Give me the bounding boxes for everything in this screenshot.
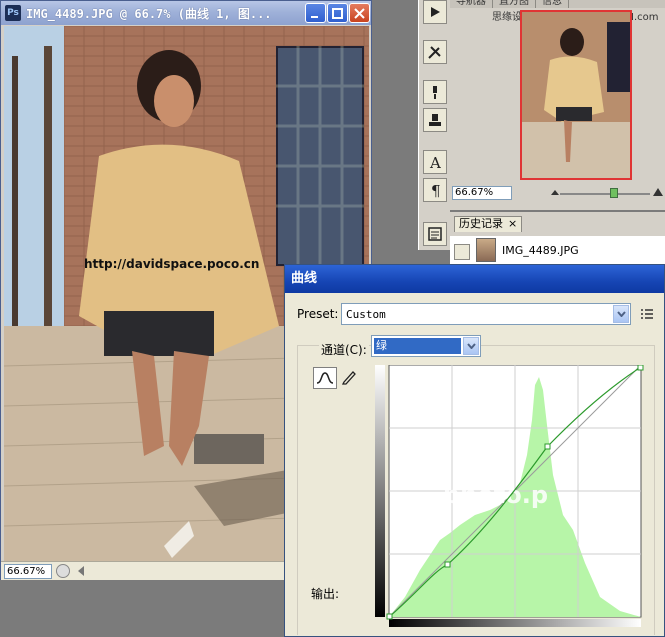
- maximize-button[interactable]: [327, 3, 348, 23]
- channel-label: 通道(C):: [319, 341, 369, 358]
- preset-select[interactable]: Custom: [341, 303, 631, 325]
- svg-text:¶: ¶: [431, 182, 441, 198]
- photo-watermark: http://davidspace.poco.cn: [84, 257, 259, 271]
- preset-dropdown-button[interactable]: [613, 305, 629, 323]
- tab-history[interactable]: 历史记录 ×: [454, 216, 523, 232]
- navigator-zoom-thumb[interactable]: [610, 188, 618, 198]
- brush-icon: [433, 86, 437, 99]
- type-icon: A: [429, 154, 441, 170]
- svg-text:A: A: [429, 154, 441, 170]
- navigator-zoom-slider[interactable]: [560, 193, 650, 195]
- document-icon: [428, 227, 442, 241]
- pencil-draw-tool[interactable]: [340, 367, 358, 387]
- actions-button[interactable]: [423, 0, 447, 24]
- curves-dialog[interactable]: 曲线 Preset: Custom 通道(C): 绿 输出: photo.p: [284, 264, 665, 637]
- close-icon: [354, 7, 365, 19]
- preset-label: Preset:: [297, 307, 339, 321]
- tool-presets-button[interactable]: [423, 40, 447, 64]
- channel-dropdown-button[interactable]: [463, 337, 479, 355]
- channel-value: 绿: [374, 338, 461, 354]
- history-thumbnail: [476, 238, 496, 262]
- paragraph-icon: ¶: [431, 182, 441, 198]
- preset-value: Custom: [346, 307, 386, 321]
- zoom-readout[interactable]: 66.67%: [4, 563, 52, 579]
- tab-close-icon[interactable]: ×: [508, 217, 517, 232]
- status-menu-icon[interactable]: [56, 564, 70, 578]
- photoshop-icon: Ps: [5, 5, 21, 21]
- play-icon: [431, 7, 440, 17]
- panel-menu-icon[interactable]: [639, 307, 655, 321]
- panel-dock-strip: A ¶: [418, 0, 450, 250]
- navigator-preview[interactable]: [520, 10, 632, 180]
- paragraph-button[interactable]: ¶: [423, 178, 447, 202]
- history-tab-label: 历史记录: [459, 217, 503, 230]
- tab-info[interactable]: 信息: [536, 0, 569, 8]
- history-item-label: IMG_4489.JPG: [502, 243, 579, 257]
- character-button[interactable]: A: [423, 150, 447, 174]
- input-gradient-bar: [389, 619, 641, 627]
- stamp-icon: [429, 114, 441, 126]
- tab-navigator[interactable]: 导航器: [450, 0, 493, 8]
- curve-graph[interactable]: photo.p: [375, 365, 645, 627]
- curve-point-tool[interactable]: [313, 367, 337, 389]
- brushes-button[interactable]: [423, 80, 447, 104]
- chevron-down-icon: [466, 343, 476, 349]
- curve-tool-icon: [316, 372, 334, 384]
- clone-source-button[interactable]: [423, 108, 447, 132]
- navigator-tabs: 导航器 直方图 信息: [450, 0, 665, 8]
- overlay-watermark: photo.p: [443, 481, 548, 509]
- close-button[interactable]: [349, 3, 370, 23]
- zoom-in-icon[interactable]: [652, 187, 664, 197]
- scroll-left-icon[interactable]: [76, 565, 86, 577]
- history-snapshot-row[interactable]: IMG_4489.JPG: [450, 236, 665, 264]
- tools-icon: [428, 46, 441, 59]
- navigator-thumbnail: [522, 12, 630, 178]
- curve-point[interactable]: [544, 443, 551, 450]
- history-brush-icon[interactable]: [454, 244, 470, 260]
- minimize-icon: [311, 15, 318, 18]
- history-panel: 历史记录 × IMG_4489.JPG: [450, 212, 665, 270]
- navigator-zoom-field[interactable]: 66.67%: [452, 186, 512, 200]
- curve-point[interactable]: [386, 613, 393, 620]
- chevron-down-icon: [616, 311, 626, 317]
- channel-select[interactable]: 绿: [371, 335, 481, 357]
- curves-dialog-title[interactable]: 曲线: [285, 265, 664, 293]
- tab-histogram[interactable]: 直方图: [493, 0, 536, 8]
- document-titlebar[interactable]: Ps IMG_4489.JPG @ 66.7% (曲线 1, 图...: [1, 1, 371, 25]
- curve-plot-area: photo.p: [386, 365, 644, 620]
- zoom-out-icon[interactable]: [550, 189, 560, 197]
- layer-comps-button[interactable]: [423, 222, 447, 246]
- output-gradient-bar: [375, 365, 385, 617]
- document-title: IMG_4489.JPG @ 66.7% (曲线 1, 图...: [26, 6, 272, 21]
- maximize-icon: [332, 7, 343, 19]
- navigator-panel: 导航器 直方图 信息 思缘设计论坛 www.MISSYUAN.com 66.67…: [450, 0, 665, 210]
- pencil-icon: [341, 371, 356, 385]
- curve-point[interactable]: [444, 561, 451, 568]
- output-label: 输出:: [311, 587, 340, 601]
- curve-point[interactable]: [637, 365, 644, 371]
- minimize-button[interactable]: [305, 3, 326, 23]
